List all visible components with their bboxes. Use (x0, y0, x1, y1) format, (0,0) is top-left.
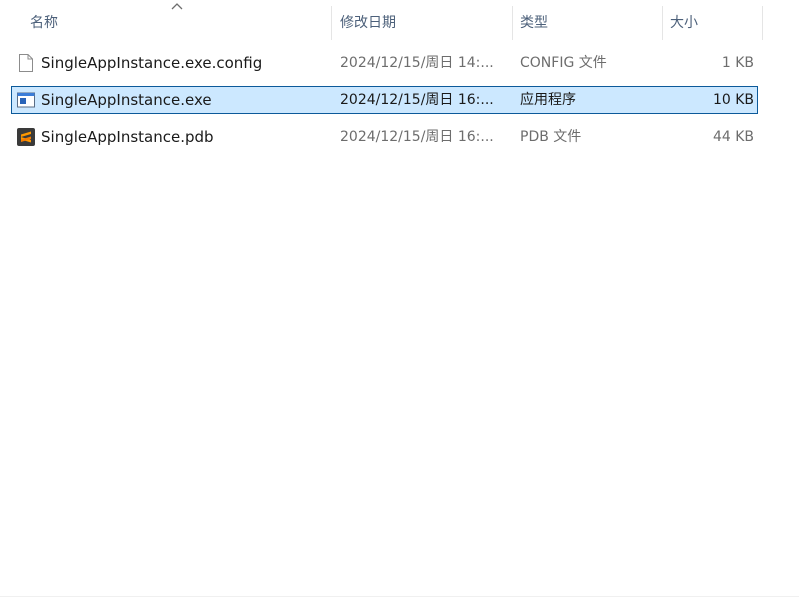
column-divider[interactable] (662, 6, 663, 40)
file-name: SingleAppInstance.pdb (41, 128, 214, 146)
column-header-name[interactable]: 名称 (30, 0, 330, 44)
file-modified-date: 2024/12/15/周日 14:... (340, 55, 494, 71)
file-size: 44 KB (712, 129, 754, 145)
column-header-size-label: 大小 (670, 15, 698, 31)
file-size: 1 KB (721, 55, 754, 71)
file-row-config[interactable]: SingleAppInstance.exe.config 2024/12/15/… (11, 49, 758, 77)
column-header-name-label: 名称 (30, 15, 58, 31)
column-header-size[interactable]: 大小 (670, 0, 760, 44)
column-header-type[interactable]: 类型 (520, 0, 660, 44)
file-type: PDB 文件 (520, 129, 582, 145)
file-modified-date: 2024/12/15/周日 16:... (340, 92, 494, 108)
file-modified-date: 2024/12/15/周日 16:... (340, 129, 494, 145)
file-size: 10 KB (712, 92, 754, 108)
bottom-divider (0, 596, 799, 597)
file-row-exe[interactable]: SingleAppInstance.exe 2024/12/15/周日 16:.… (11, 86, 758, 114)
file-type: CONFIG 文件 (520, 55, 607, 71)
column-divider[interactable] (331, 6, 332, 40)
blank-document-icon (19, 54, 33, 72)
column-header-bar: 名称 修改日期 类型 大小 (0, 0, 799, 44)
column-header-type-label: 类型 (520, 15, 548, 31)
column-divider[interactable] (762, 6, 763, 40)
column-divider[interactable] (512, 6, 513, 40)
file-type: 应用程序 (520, 92, 576, 108)
column-header-date[interactable]: 修改日期 (340, 0, 510, 44)
column-header-date-label: 修改日期 (340, 15, 396, 31)
file-explorer-details-view: 名称 修改日期 类型 大小 SingleAppInstance.exe.conf… (0, 0, 799, 599)
file-row-pdb[interactable]: SingleAppInstance.pdb 2024/12/15/周日 16:.… (11, 123, 758, 151)
sublime-text-icon (17, 128, 35, 146)
file-name: SingleAppInstance.exe (41, 91, 212, 109)
file-name: SingleAppInstance.exe.config (41, 54, 263, 72)
application-window-icon (17, 92, 35, 108)
